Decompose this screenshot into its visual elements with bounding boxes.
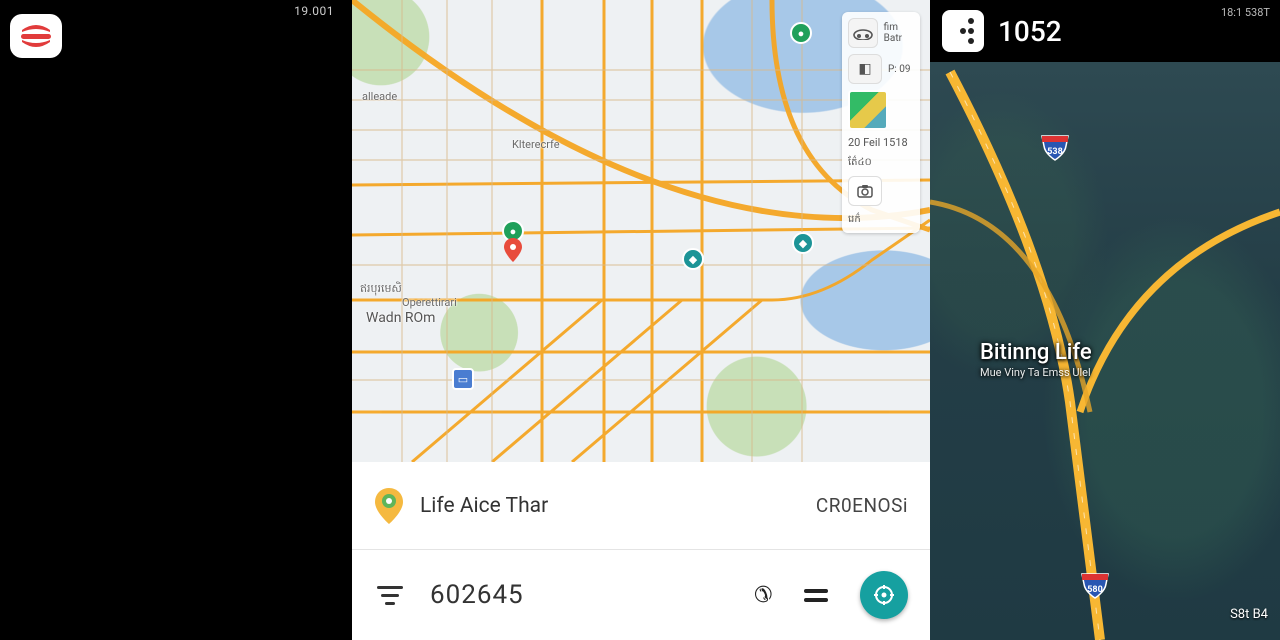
- toolbar-poi-label: រេក៌: [848, 212, 914, 227]
- highway-shield-icon: 580: [1080, 570, 1110, 600]
- target-icon: [873, 584, 895, 606]
- toolbar-label: P: 09: [888, 64, 910, 75]
- poi-pin-blue[interactable]: ▭: [452, 368, 474, 390]
- poi-pin-teal[interactable]: ◆: [682, 248, 704, 270]
- toolbar-label: fim Batr: [884, 22, 914, 44]
- street-map-canvas[interactable]: alleade Klterecrfe ឥរបុរមេសិ Operettirar…: [352, 0, 930, 462]
- app-launcher-button[interactable]: [10, 14, 62, 58]
- filter-icon[interactable]: [374, 581, 406, 609]
- overlay-title: Bitinng Life: [980, 340, 1092, 365]
- place-details-row: 602645 ✆: [352, 550, 930, 640]
- map-label: ឥរបុរមេសិ: [360, 282, 402, 298]
- clock-label: 1052: [998, 15, 1062, 48]
- streetview-button[interactable]: [848, 176, 882, 206]
- layers-button[interactable]: ◧: [848, 54, 882, 84]
- map-marker-icon[interactable]: [504, 238, 522, 262]
- place-bottom-sheet[interactable]: Life Aice Thar CR0ENOSi 602645 ✆: [352, 462, 930, 640]
- right-satellite-map-app: 1052 18:1 538T Bitinng Life Mue Viny Ta …: [930, 0, 1280, 640]
- status-time-left: 19.001: [294, 4, 334, 18]
- place-header-row: Life Aice Thar CR0ENOSi: [352, 462, 930, 550]
- menu-icon[interactable]: [804, 589, 828, 602]
- traffic-toggle-button[interactable]: [848, 18, 878, 48]
- poi-pin-teal[interactable]: ◆: [792, 232, 814, 254]
- svg-text:538: 538: [1047, 147, 1063, 157]
- status-bar-right: 1052 18:1 538T: [930, 0, 1280, 62]
- place-code-value: 602645: [430, 580, 524, 610]
- overlay-subtitle: Mue Viny Ta Emss Ulel: [980, 366, 1091, 379]
- map-toolbar: fim Batr ◧ P: 09 20 Feil 1518 ត៌ែ៤០ រេក៌: [842, 12, 920, 233]
- center-street-map-app: alleade Klterecrfe ឥរបុរមេសិ Operettirar…: [352, 0, 930, 640]
- place-action-button[interactable]: CR0ENOSi: [816, 494, 908, 517]
- camera-icon: [856, 182, 874, 200]
- poi-pin-green[interactable]: ●: [790, 22, 812, 44]
- map-style-thumbnail[interactable]: [848, 90, 888, 130]
- map-label: Klterecrfe: [512, 138, 560, 151]
- place-name-label: Life Aice Thar: [420, 494, 548, 518]
- phone-icon[interactable]: ✆: [754, 583, 772, 608]
- place-pin-icon: [374, 488, 404, 524]
- exit-label: S8t B4: [1230, 607, 1268, 622]
- map-label: alleade: [362, 90, 397, 103]
- status-time-right: 18:1 538T: [1221, 6, 1270, 19]
- app-icon-right[interactable]: [942, 10, 984, 52]
- burger-icon: [18, 22, 54, 50]
- map-label: Operettirari: [402, 296, 457, 309]
- map-label: Wadn ROm: [366, 310, 435, 326]
- toolbar-date: 20 Feil 1518: [848, 136, 914, 149]
- highway-shield-icon: 538: [1040, 132, 1070, 162]
- left-black-panel: 19.001: [0, 0, 352, 640]
- toolbar-poi-label: ត៌ែ៤០: [848, 155, 914, 170]
- svg-text:580: 580: [1087, 585, 1103, 595]
- satellite-map-canvas[interactable]: Bitinng Life Mue Viny Ta Emss Ulel S8t B…: [930, 62, 1280, 640]
- navigate-fab[interactable]: [860, 571, 908, 619]
